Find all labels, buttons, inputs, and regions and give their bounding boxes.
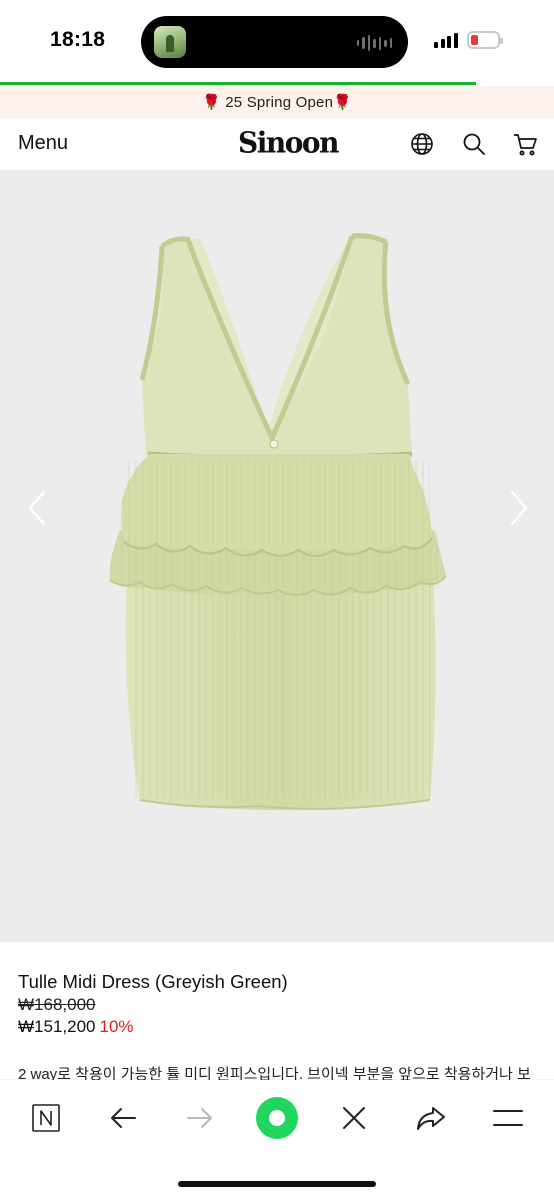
- globe-icon[interactable]: [408, 130, 436, 158]
- forward-arrow-icon[interactable]: [180, 1098, 220, 1138]
- original-price: ₩168,000: [18, 995, 96, 1014]
- search-icon[interactable]: [460, 130, 488, 158]
- promo-banner-text: 🌹 25 Spring Open🌹: [202, 94, 352, 111]
- status-bar: 18:18: [0, 0, 554, 85]
- discount-badge: 10%: [99, 1017, 134, 1036]
- chevron-left-icon[interactable]: [22, 488, 52, 528]
- product-name: Tulle Midi Dress (Greyish Green): [18, 971, 288, 992]
- cart-icon[interactable]: [511, 130, 539, 158]
- now-playing-thumbnail: [154, 26, 186, 58]
- signal-icon: [434, 33, 458, 48]
- naver-icon[interactable]: [26, 1098, 66, 1138]
- sale-price: ₩151,200: [18, 1017, 96, 1036]
- sale-price-row: ₩151,200 10%: [18, 1017, 134, 1037]
- dynamic-island[interactable]: [141, 16, 408, 68]
- page-load-progress-fill: [0, 82, 477, 85]
- menu-button[interactable]: Menu: [18, 132, 68, 155]
- status-time: 18:18: [50, 28, 106, 51]
- home-indicator[interactable]: [178, 1181, 376, 1187]
- battery-icon: [467, 31, 503, 49]
- share-icon[interactable]: [411, 1098, 451, 1138]
- close-icon[interactable]: [334, 1098, 374, 1138]
- promo-banner[interactable]: 🌹 25 Spring Open🌹: [0, 86, 554, 118]
- back-arrow-icon[interactable]: [103, 1098, 143, 1138]
- green-dot-icon[interactable]: [255, 1096, 299, 1140]
- browser-toolbar: [0, 1080, 554, 1200]
- audio-wave-icon: [356, 35, 392, 51]
- chevron-right-icon[interactable]: [504, 488, 534, 528]
- page-load-progress: [0, 82, 554, 85]
- product-info: Tulle Midi Dress (Greyish Green) ₩168,00…: [0, 942, 554, 1083]
- product-image-gallery[interactable]: [0, 170, 554, 942]
- menu-icon[interactable]: [488, 1098, 528, 1138]
- site-header: Menu Sinoon: [0, 118, 554, 170]
- dress-photo: [109, 233, 447, 810]
- brand-logo[interactable]: Sinoon: [238, 125, 339, 160]
